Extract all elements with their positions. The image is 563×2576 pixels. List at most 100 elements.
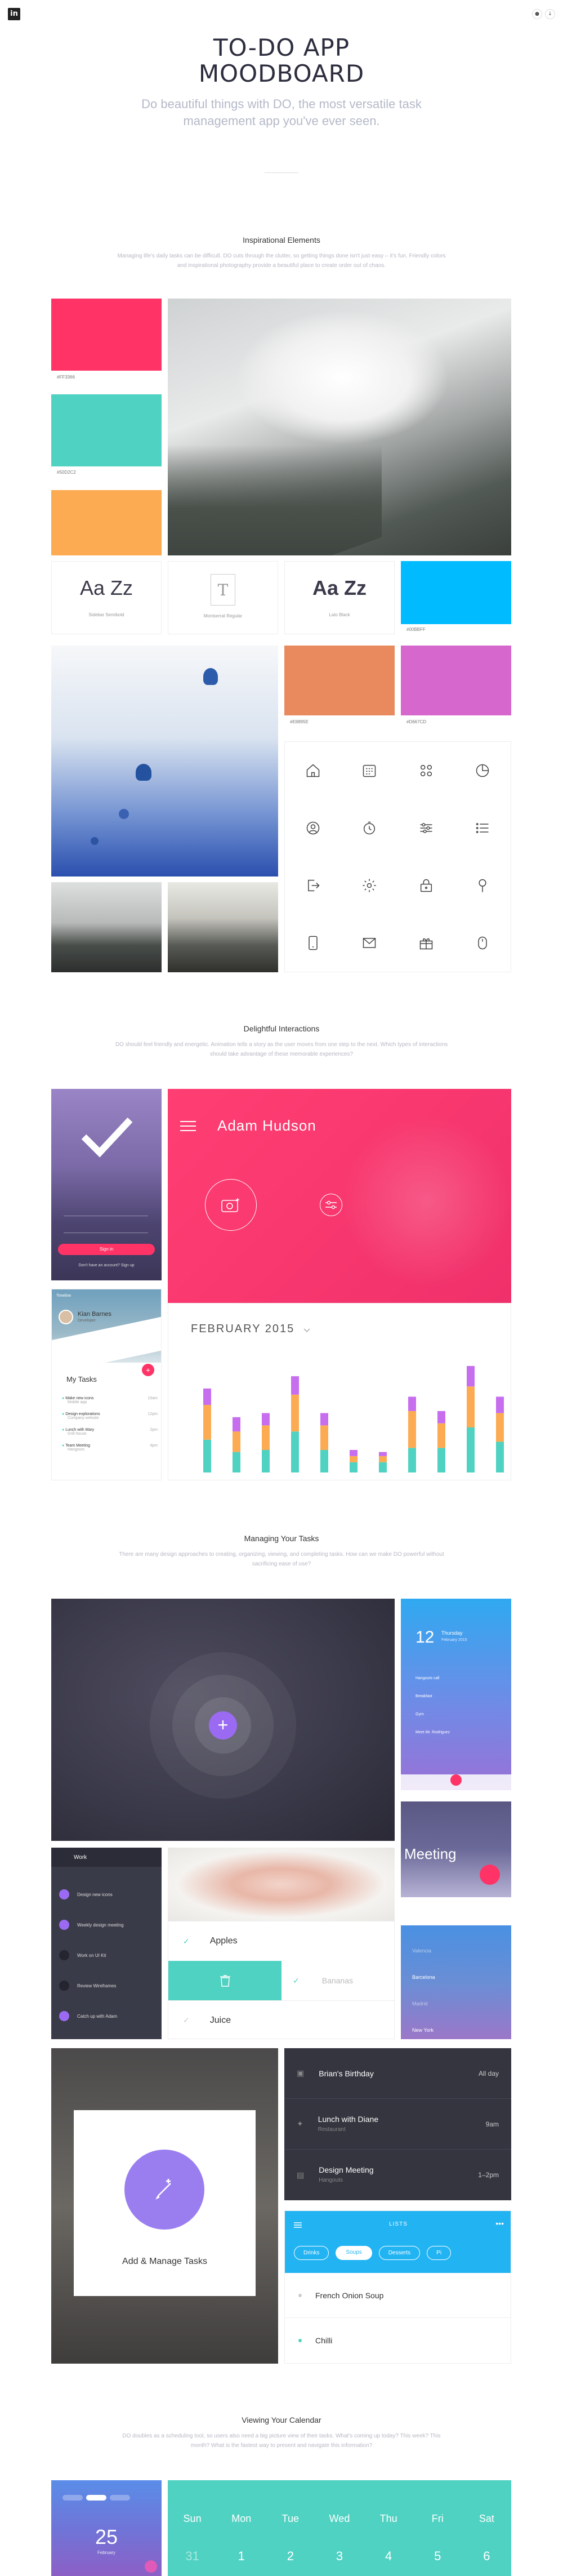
list-item[interactable]: Barcelona xyxy=(412,1964,435,1991)
section-desc-calendar: DO doubles as a scheduling tool, so user… xyxy=(122,2433,441,2449)
date-cell[interactable]: 3 xyxy=(315,2549,364,2564)
list-item[interactable]: ● Lunch with Mary Grill house 2pm xyxy=(62,1428,158,1436)
more-icon[interactable]: ••• xyxy=(495,2219,504,2228)
meeting-label: Meeting xyxy=(404,1845,457,1862)
date-cell[interactable]: 1 xyxy=(217,2549,266,2564)
swatch-coral xyxy=(284,646,395,715)
section-desc-interactions: DO should feel friendly and energetic. A… xyxy=(115,1042,448,1057)
date-cell[interactable]: 2 xyxy=(266,2549,315,2564)
menu-label[interactable]: Timeline xyxy=(56,1294,71,1298)
meeting-card: Meeting xyxy=(401,1801,511,1897)
section-title-calendar: Viewing Your Calendar xyxy=(242,2415,321,2424)
list-item[interactable]: French Onion Soup xyxy=(285,2273,511,2318)
date-row: 31 1 2 3 4 5 6 xyxy=(168,2549,511,2564)
invision-logo[interactable]: in xyxy=(8,8,20,20)
chart-bar-segment xyxy=(437,1411,445,1423)
weekday-label: Fri xyxy=(431,2513,444,2524)
list-item[interactable]: ✓ Juice xyxy=(168,2000,395,2040)
list-item[interactable]: Meet Mr. Rodriguez xyxy=(415,1724,450,1742)
settings-icon xyxy=(341,857,397,914)
list-item[interactable]: ● Team Meeting Hangouts 4pm xyxy=(62,1444,158,1452)
list-item[interactable]: ● Design explorations Company website 12pm xyxy=(62,1412,158,1420)
settings-toggle-button[interactable] xyxy=(320,1194,342,1216)
list-item[interactable]: ▤ Design Meeting Hangouts 1–2pm xyxy=(284,2150,511,2200)
chart-bar-segment xyxy=(496,1396,504,1413)
list-item[interactable]: ● Make new icons Mobile app 10am xyxy=(62,1396,158,1404)
list-item[interactable]: Catch up with Adam xyxy=(59,2001,155,2031)
menu-screen: LISTS ••• Drinks Soups Desserts Pi Frenc… xyxy=(284,2210,511,2364)
tab-desserts[interactable]: Desserts xyxy=(378,2246,421,2260)
user-icon xyxy=(285,799,341,857)
add-task-button[interactable]: + xyxy=(142,1364,154,1376)
date-cell[interactable]: 5 xyxy=(413,2549,462,2564)
food-image xyxy=(168,1848,395,1921)
list-item[interactable]: ✓ Bananas xyxy=(282,1961,395,2000)
list-item[interactable]: Chilli xyxy=(285,2318,511,2363)
logout-icon xyxy=(285,857,341,914)
list-item[interactable]: Madrid xyxy=(412,1991,435,2017)
add-button[interactable]: + xyxy=(209,1711,237,1739)
chart-bar-segment xyxy=(350,1456,358,1462)
forest-image xyxy=(51,882,162,972)
weekday: Thursday xyxy=(441,1630,463,1636)
chart-bar-segment xyxy=(408,1448,416,1472)
tab-drinks[interactable]: Drinks xyxy=(294,2246,329,2260)
list-item[interactable]: Gym xyxy=(415,1706,450,1724)
download-button[interactable]: ↓ xyxy=(545,9,555,19)
chart-bar-segment xyxy=(379,1462,387,1472)
add-manage-card: Add & Manage Tasks xyxy=(74,2110,256,2296)
title-line-2: MOODBOARD xyxy=(198,60,365,87)
swatch-purple xyxy=(401,646,511,715)
section-desc-managing: There are many design approaches to crea… xyxy=(119,1551,444,1567)
tab-soups[interactable]: Soups xyxy=(336,2246,372,2260)
icon-set xyxy=(284,741,511,972)
jellyfish-image xyxy=(51,646,278,877)
list-item[interactable]: Hangouts call xyxy=(415,1670,450,1688)
date-cell[interactable]: 6 xyxy=(462,2549,511,2564)
pie-chart-icon xyxy=(454,742,511,799)
list-item[interactable]: Valencia xyxy=(412,1938,435,1964)
gift-icon: ▣ xyxy=(297,2068,305,2077)
swatch-orange xyxy=(51,490,162,555)
delete-action[interactable] xyxy=(168,1961,282,2000)
fab-button[interactable] xyxy=(450,1774,462,1786)
chart-bar-segment xyxy=(496,1442,504,1472)
list-item[interactable]: ✓ Apples xyxy=(168,1921,395,1961)
section-title-inspirational: Inspirational Elements xyxy=(243,235,320,244)
type-sample-1: Aa Zz Sidebar Semibold xyxy=(51,561,162,634)
type-sample-2: T Montserrat Regular xyxy=(168,561,278,634)
list-item[interactable]: Breakfast xyxy=(415,1688,450,1706)
mountain-clouds-image xyxy=(168,299,511,555)
month-label: February 2015 xyxy=(441,1638,467,1642)
list-item[interactable]: New York xyxy=(412,2017,435,2039)
signin-button[interactable]: Sign in xyxy=(58,1244,155,1255)
comment-button[interactable]: ● xyxy=(532,9,542,19)
tab-more[interactable]: Pi xyxy=(427,2246,452,2260)
list-item[interactable]: Work on UI Kit xyxy=(59,1940,155,1970)
chart-bar-segment xyxy=(467,1427,475,1472)
chart-bar-segment xyxy=(291,1431,299,1472)
timer-icon xyxy=(341,799,397,857)
list-item[interactable]: ✦ Lunch with Diane Restaurant 9am xyxy=(284,2099,511,2150)
list-item[interactable]: Review Wireframes xyxy=(59,1970,155,2001)
chart-bar-segment xyxy=(437,1423,445,1448)
monthly-chart: FEBRUARY 2015 xyxy=(168,1303,511,1480)
add-task-button[interactable] xyxy=(124,2150,204,2230)
briefcase-icon: ▤ xyxy=(297,2170,305,2179)
edit-button[interactable] xyxy=(480,1865,500,1885)
camera-button[interactable] xyxy=(205,1179,257,1231)
user-name: Kian Barnes xyxy=(78,1311,111,1318)
add-event-button[interactable] xyxy=(145,2560,157,2573)
menu-icon[interactable] xyxy=(180,1120,196,1132)
mail-icon xyxy=(341,914,397,972)
date-cell[interactable]: 4 xyxy=(364,2549,413,2564)
chart-bar-segment xyxy=(320,1425,328,1450)
add-manage-label: Add & Manage Tasks xyxy=(122,2257,207,2266)
list-item[interactable]: ▣ Brian's Birthday All day xyxy=(284,2048,511,2099)
list-item[interactable]: Weekly design meeting xyxy=(59,1910,155,1940)
list-item[interactable]: Design new icons xyxy=(59,1879,155,1910)
signup-link[interactable]: Don't have an account? Sign up xyxy=(51,1263,162,1267)
weekday-label: Thu xyxy=(379,2513,397,2524)
date-cell[interactable]: 31 xyxy=(168,2549,217,2564)
phone-icon xyxy=(285,914,341,972)
